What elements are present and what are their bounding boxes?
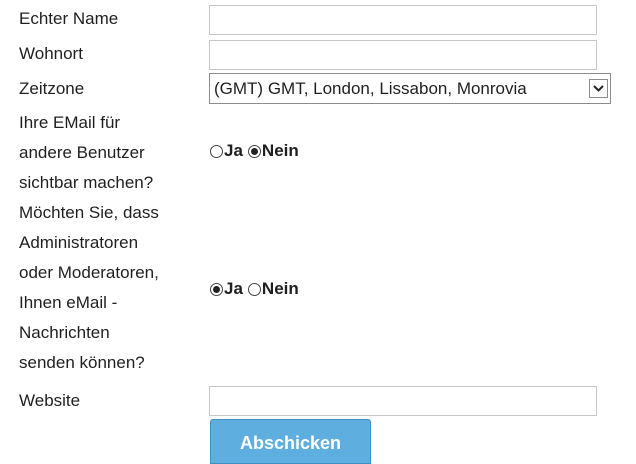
timezone-selected-value: (GMT) GMT, London, Lissabon, Monrovia (214, 79, 527, 98)
timezone-label: Zeitzone (19, 79, 85, 98)
chevron-down-icon[interactable] (589, 79, 608, 98)
timezone-select[interactable]: (GMT) GMT, London, Lissabon, Monrovia (209, 73, 611, 104)
email-visible-no-radio[interactable] (247, 144, 261, 158)
admin-email-yes-radio[interactable] (210, 282, 223, 296)
location-label: Wohnort (19, 44, 83, 63)
admin-email-label-line-5: Nachrichten (19, 323, 110, 342)
real-name-label: Echter Name (19, 9, 119, 28)
admin-email-label-line-3: oder Moderatoren, (19, 263, 159, 282)
email-visible-no-label[interactable]: Nein (262, 141, 299, 161)
admin-email-label-line-2: Administratoren (19, 233, 139, 252)
email-visible-label-line-1: Ihre EMail für (19, 113, 121, 132)
website-input[interactable] (209, 386, 597, 416)
admin-email-label-line-6: senden können? (19, 353, 145, 372)
email-visible-yes-label[interactable]: Ja (224, 141, 243, 161)
admin-email-label-line-1: Möchten Sie, dass (19, 203, 159, 222)
email-visible-label-line-2: andere Benutzer (19, 143, 145, 162)
admin-email-no-label[interactable]: Nein (262, 279, 299, 299)
admin-email-radio-group: Ja Nein (210, 279, 304, 299)
website-label: Website (19, 391, 81, 410)
email-visible-label-line-3: sichtbar machen? (19, 173, 154, 192)
email-visible-yes-radio[interactable] (210, 144, 223, 158)
admin-email-label-line-4: Ihnen eMail - (19, 293, 118, 312)
email-visible-radio-group: Ja Nein (210, 141, 304, 161)
admin-email-no-radio[interactable] (247, 282, 261, 296)
submit-button[interactable]: Abschicken (210, 419, 371, 464)
admin-email-yes-label[interactable]: Ja (224, 279, 243, 299)
real-name-input[interactable] (209, 5, 597, 35)
location-input[interactable] (209, 40, 597, 70)
